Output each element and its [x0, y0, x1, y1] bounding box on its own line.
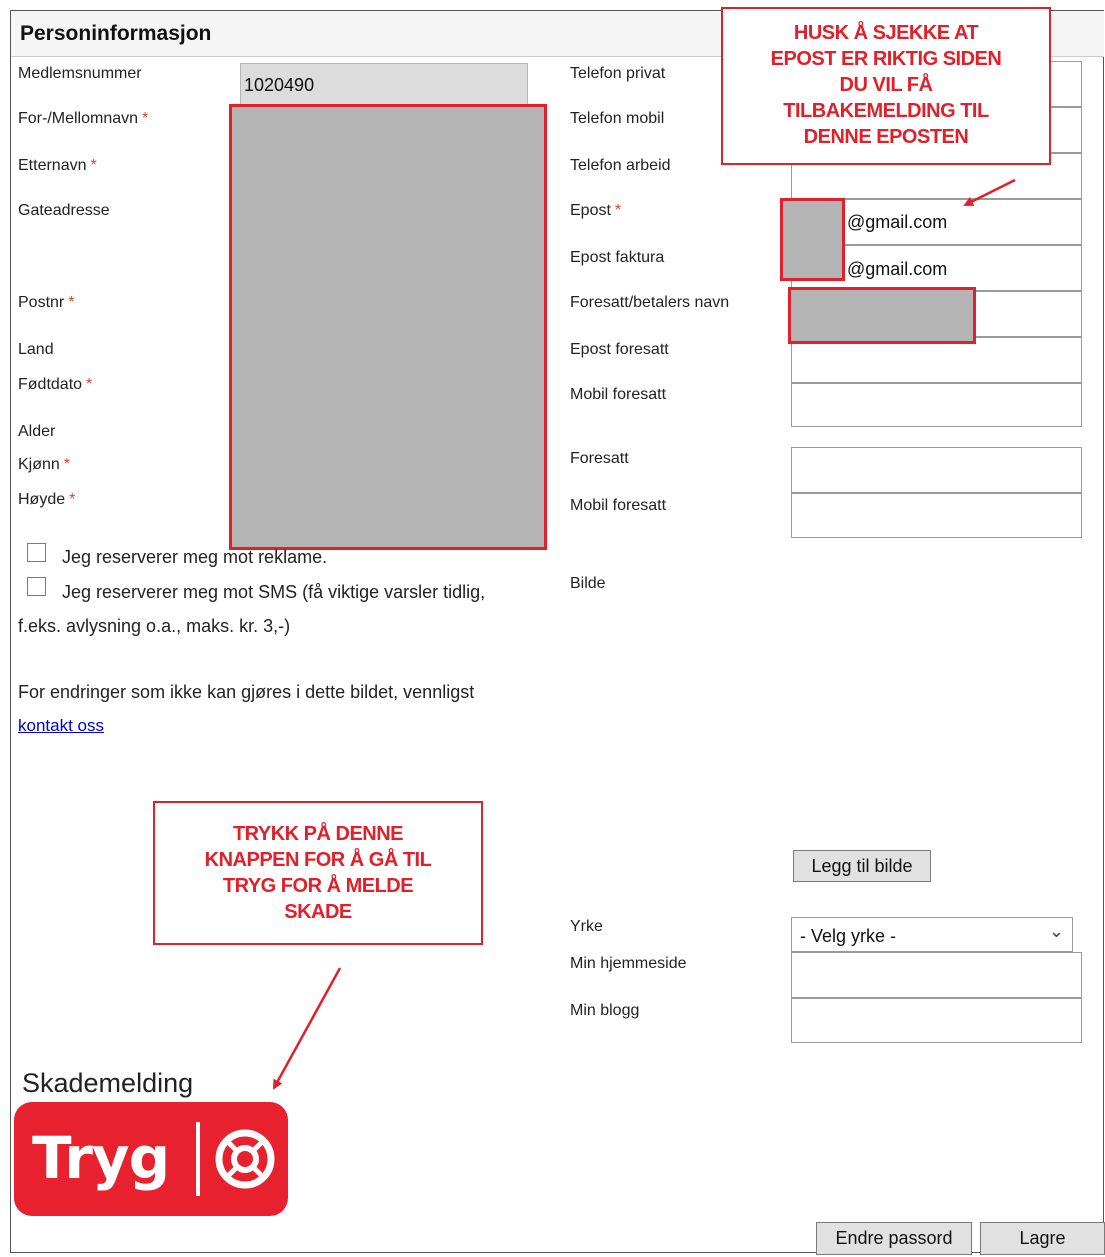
tryg-button[interactable]: Tryg: [14, 1102, 288, 1216]
arrow-icon: [272, 967, 342, 1090]
lifebuoy-icon: [215, 1129, 275, 1189]
arrow-icon: [963, 178, 1016, 207]
logo-divider: [196, 1122, 200, 1196]
skademelding-label: Skademelding: [22, 1068, 194, 1098]
tryg-logo-text: Tryg: [32, 1124, 170, 1192]
